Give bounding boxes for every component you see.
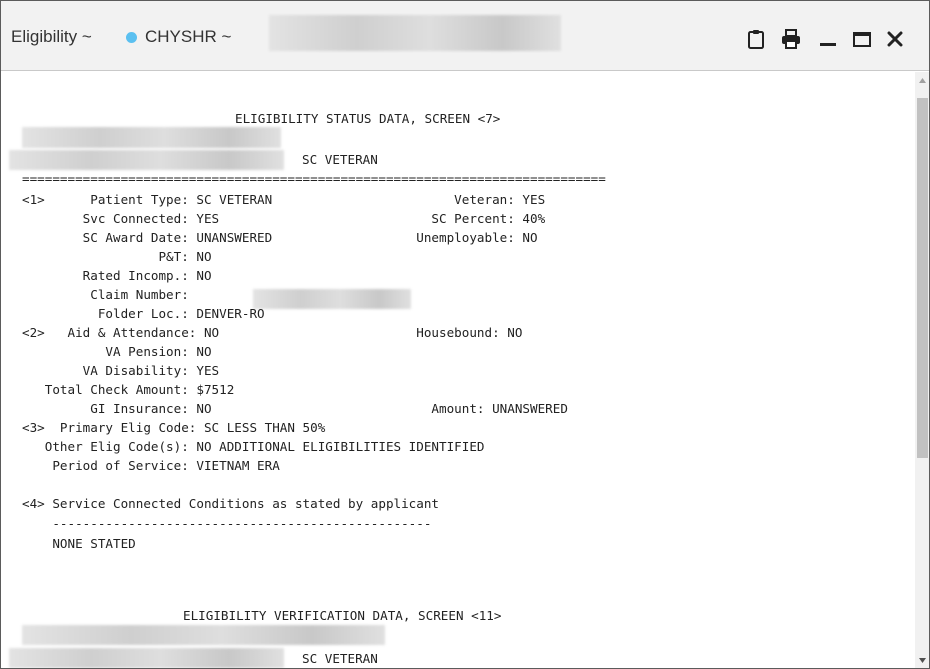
- vertical-scrollbar[interactable]: [915, 72, 930, 669]
- redacted-patient-line-4: [9, 648, 284, 668]
- eligibility-line: Other Elig Code(s): NO ADDITIONAL ELIGIB…: [22, 439, 485, 454]
- redacted-patient-line-1: [22, 127, 281, 148]
- eligibility-line: Period of Service: VIETNAM ERA: [22, 458, 280, 473]
- close-icon[interactable]: [884, 28, 906, 50]
- status-dot: [126, 32, 137, 43]
- screen11-patient-type: SC VETERAN: [302, 651, 378, 666]
- eligibility-line: SC Award Date: UNANSWERED Unemployable: …: [22, 230, 538, 245]
- redacted-patient-line-3: [22, 625, 385, 645]
- eligibility-line: ----------------------------------------…: [22, 516, 432, 531]
- screen7-patient-type: SC VETERAN: [302, 152, 378, 167]
- screen7-header: ELIGIBILITY STATUS DATA, SCREEN <7>: [235, 111, 501, 126]
- eligibility-line: Rated Incomp.: NO: [22, 268, 212, 283]
- eligibility-line: <1> Patient Type: SC VETERAN Veteran: YE…: [22, 192, 546, 207]
- eligibility-line: P&T: NO: [22, 249, 212, 264]
- maximize-icon[interactable]: [851, 28, 873, 50]
- minimize-icon[interactable]: [817, 28, 839, 50]
- printer-icon[interactable]: [780, 28, 802, 50]
- redacted-patient-name: [269, 15, 561, 51]
- redacted-claim-number: [253, 289, 411, 309]
- eligibility-line: Folder Loc.: DENVER-RO: [22, 306, 265, 321]
- separator-line: ========================================…: [22, 171, 606, 186]
- eligibility-line: <4> Service Connected Conditions as stat…: [22, 496, 440, 511]
- scroll-down-arrow-icon[interactable]: [915, 652, 930, 669]
- eligibility-line: <2> Aid & Attendance: NO Housebound: NO: [22, 325, 523, 340]
- eligibility-line: VA Disability: YES: [22, 363, 220, 378]
- eligibility-line: GI Insurance: NO Amount: UNANSWERED: [22, 401, 568, 416]
- eligibility-line: Total Check Amount: $7512: [22, 382, 235, 397]
- scroll-up-arrow-icon[interactable]: [915, 72, 930, 89]
- station-code: CHYSHR ~: [145, 27, 232, 46]
- screen11-header: ELIGIBILITY VERIFICATION DATA, SCREEN <1…: [183, 608, 502, 623]
- window-title: Eligibility ~: [11, 27, 92, 46]
- scrollbar-thumb[interactable]: [917, 98, 928, 458]
- redacted-patient-line-2: [9, 150, 284, 170]
- eligibility-line: Claim Number:: [22, 287, 189, 302]
- report-text-area[interactable]: ELIGIBILITY STATUS DATA, SCREEN <7> SC V…: [2, 72, 915, 668]
- clipboard-icon[interactable]: [745, 28, 767, 50]
- eligibility-line: NONE STATED: [22, 536, 136, 551]
- eligibility-line: VA Pension: NO: [22, 344, 212, 359]
- eligibility-line: Svc Connected: YES SC Percent: 40%: [22, 211, 546, 226]
- title-bar[interactable]: Eligibility ~ CHYSHR ~: [1, 1, 929, 71]
- eligibility-line: <3> Primary Elig Code: SC LESS THAN 50%: [22, 420, 326, 435]
- eligibility-window: Eligibility ~ CHYSHR ~ ELIGIBILITY STATU…: [0, 0, 930, 669]
